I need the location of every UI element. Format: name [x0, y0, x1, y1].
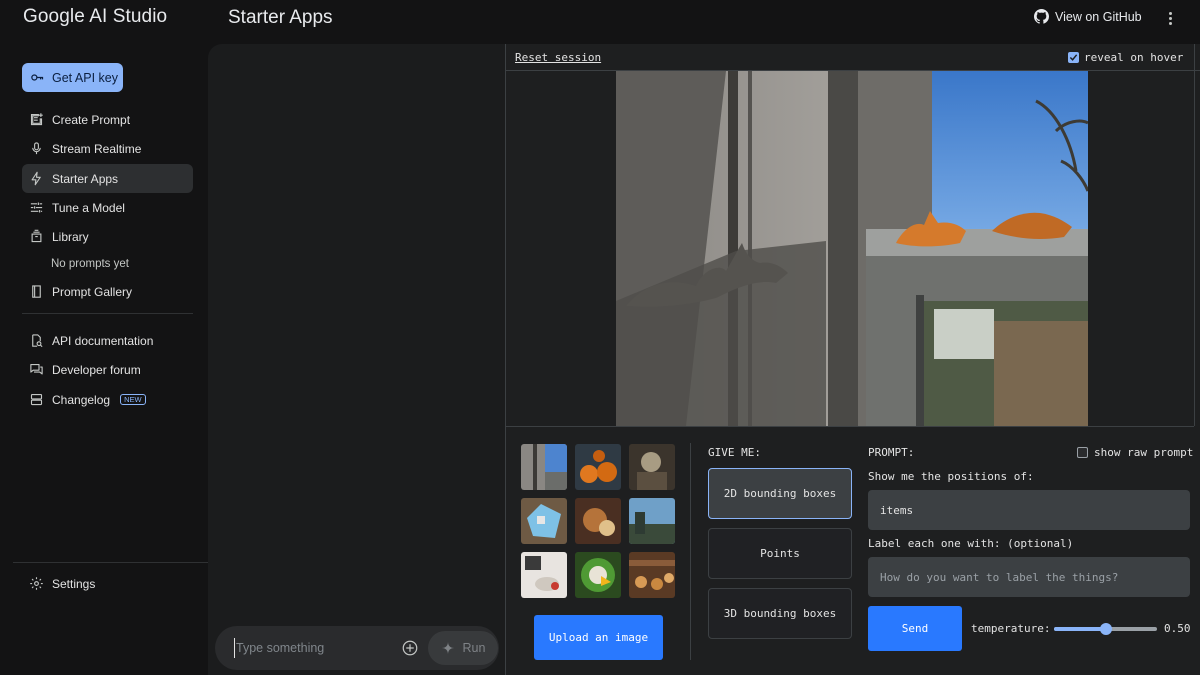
sidebar-item-tune-a-model[interactable]: Tune a Model: [22, 193, 193, 222]
get-api-key-label: Get API key: [52, 70, 119, 85]
sidebar-item-label: Developer forum: [52, 362, 141, 377]
sidebar-divider: [22, 313, 193, 314]
label-field-label: Label each one with: (optional): [868, 537, 1074, 550]
sidebar-item-prompt-gallery[interactable]: Prompt Gallery: [22, 277, 193, 306]
sidebar-item-developer-forum[interactable]: Developer forum: [22, 355, 193, 384]
sidebar-item-label: Tune a Model: [52, 200, 125, 215]
github-icon: [1034, 9, 1049, 24]
api-doc-icon: [32, 334, 43, 348]
forum-icon: [30, 363, 43, 375]
positions-label: Show me the positions of:: [868, 470, 1034, 483]
reveal-label: reveal on hover: [1084, 51, 1184, 64]
sidebar-item-label: Create Prompt: [52, 112, 131, 127]
sidebar-item-label: Library: [52, 229, 89, 244]
thumbnail-image[interactable]: [575, 552, 621, 598]
reveal-checkbox[interactable]: [1068, 52, 1079, 63]
thumbnail-image[interactable]: [521, 444, 567, 490]
sidebar-item-label: Changelog: [52, 392, 111, 407]
create-prompt-icon: [30, 113, 43, 126]
app-toolbar: Reset session reveal on hover: [506, 44, 1200, 71]
upload-image-button[interactable]: Upload an image: [534, 615, 663, 660]
sidebar-item-label: API documentation: [52, 333, 154, 348]
sidebar-item-starter-apps[interactable]: Starter Apps: [22, 164, 193, 193]
library-empty-text: No prompts yet: [51, 258, 129, 270]
label-input[interactable]: [868, 557, 1190, 597]
temperature-slider[interactable]: [1054, 622, 1157, 636]
sparkle-icon: [441, 641, 454, 655]
sidebar-item-library[interactable]: Library: [22, 222, 193, 251]
sidebar-item-label: Starter Apps: [52, 171, 119, 186]
option-points[interactable]: Points: [708, 528, 852, 579]
reveal-on-hover-toggle[interactable]: reveal on hover: [1068, 51, 1183, 64]
more-options-icon[interactable]: [1163, 8, 1177, 28]
key-icon: [31, 74, 44, 81]
thumbnail-image[interactable]: [629, 552, 675, 598]
settings-label: Settings: [52, 576, 96, 591]
tune-icon: [30, 202, 43, 213]
app-logo[interactable]: Google AI Studio: [23, 6, 167, 28]
top-bar: Google AI Studio Starter Apps View on Gi…: [0, 0, 1200, 40]
main-photo[interactable]: [616, 71, 1088, 426]
thumbnail-image[interactable]: [629, 498, 675, 544]
chat-input[interactable]: [234, 638, 384, 658]
sidebar-item-changelog[interactable]: Changelog NEW: [22, 385, 193, 414]
reset-session-link[interactable]: Reset session: [515, 51, 601, 64]
starter-app-panel: Reset session reveal on hover Upload an …: [505, 44, 1200, 675]
panel-border: [1194, 44, 1195, 426]
section-divider: [690, 443, 691, 660]
slider-fill: [1054, 627, 1106, 631]
thumbnail-image[interactable]: [575, 444, 621, 490]
show-raw-prompt-toggle[interactable]: show raw prompt: [1077, 446, 1193, 459]
option-2d-bounding-boxes[interactable]: 2D bounding boxes: [708, 468, 852, 519]
slider-handle[interactable]: [1099, 623, 1112, 635]
positions-input[interactable]: [868, 490, 1190, 530]
sidebar-item-label: Stream Realtime: [52, 141, 142, 156]
book-icon: [32, 285, 41, 298]
library-icon: [31, 229, 42, 243]
image-viewer: [506, 71, 1194, 427]
thumbnail-image[interactable]: [575, 498, 621, 544]
add-plus-icon[interactable]: [401, 639, 419, 657]
check-icon: [1069, 54, 1078, 61]
thumbnail-image[interactable]: [521, 552, 567, 598]
github-label: View on GitHub: [1055, 9, 1142, 24]
settings-button[interactable]: Settings: [22, 569, 193, 598]
show-raw-checkbox[interactable]: [1077, 447, 1088, 458]
gear-icon: [30, 577, 43, 590]
sidebar-item-api-documentation[interactable]: API documentation: [22, 326, 193, 355]
sidebar: Get API key Create Prompt Stream Realtim…: [0, 40, 208, 675]
show-raw-label: show raw prompt: [1094, 446, 1194, 459]
chat-panel: Run: [208, 44, 505, 675]
microphone-icon: [32, 142, 41, 155]
send-button[interactable]: Send: [868, 606, 962, 651]
page-title: Starter Apps: [228, 7, 333, 28]
bolt-icon: [31, 171, 41, 186]
get-api-key-button[interactable]: Get API key: [22, 63, 123, 92]
give-me-label: GIVE ME:: [708, 446, 761, 459]
run-button[interactable]: Run: [428, 631, 498, 665]
temperature-value: 0.50: [1164, 622, 1191, 635]
sidebar-item-create-prompt[interactable]: Create Prompt: [22, 105, 193, 134]
sidebar-item-label: Prompt Gallery: [52, 284, 133, 299]
run-label: Run: [462, 641, 486, 655]
prompt-label: PROMPT:: [868, 446, 915, 459]
new-badge: NEW: [120, 393, 146, 406]
option-3d-bounding-boxes[interactable]: 3D bounding boxes: [708, 588, 852, 639]
temperature-label: temperature:: [971, 622, 1051, 635]
chat-input-bar: Run: [215, 626, 499, 670]
thumbnail-image[interactable]: [521, 498, 567, 544]
github-link[interactable]: View on GitHub: [1034, 9, 1142, 24]
sidebar-bottom-divider: [13, 562, 208, 563]
thumbnail-image[interactable]: [629, 444, 675, 490]
sidebar-item-stream-realtime[interactable]: Stream Realtime: [22, 134, 193, 163]
changelog-icon: [30, 393, 43, 406]
